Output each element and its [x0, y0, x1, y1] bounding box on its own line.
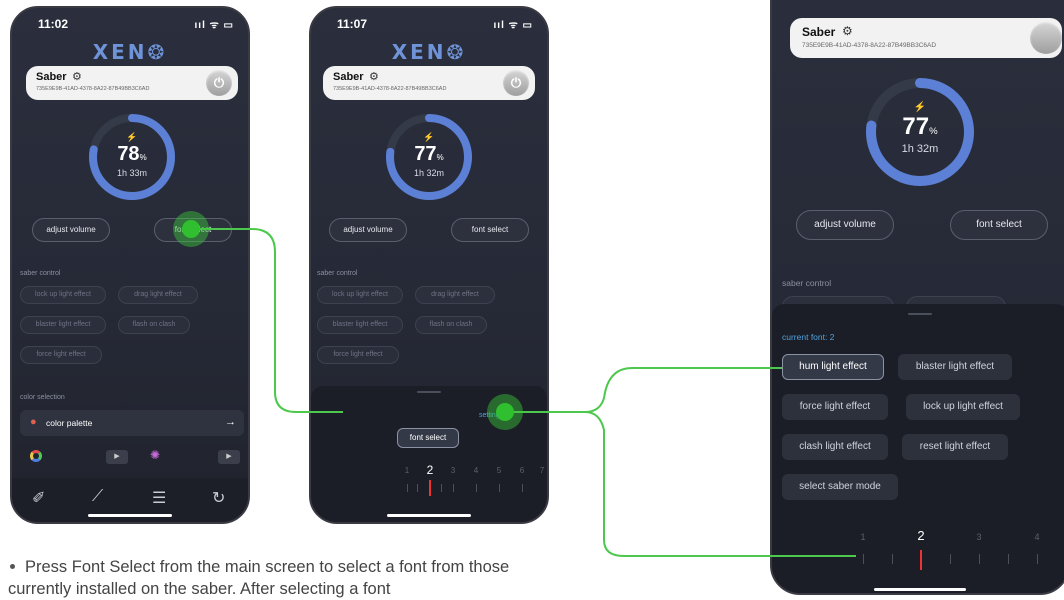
caption-text: Press Font Select from the main screen t…	[8, 558, 510, 598]
instruction-caption: Press Font Select from the main screen t…	[8, 556, 568, 600]
connector-phone2-to-picker	[584, 411, 856, 557]
touch-indicator-core	[496, 403, 514, 421]
touch-indicator-core	[182, 220, 200, 238]
connector-lines	[192, 228, 856, 557]
connector-phone1-to-phone2	[192, 228, 343, 413]
bullet-dot	[10, 564, 15, 569]
connector-phone2-to-phone3	[505, 367, 782, 413]
